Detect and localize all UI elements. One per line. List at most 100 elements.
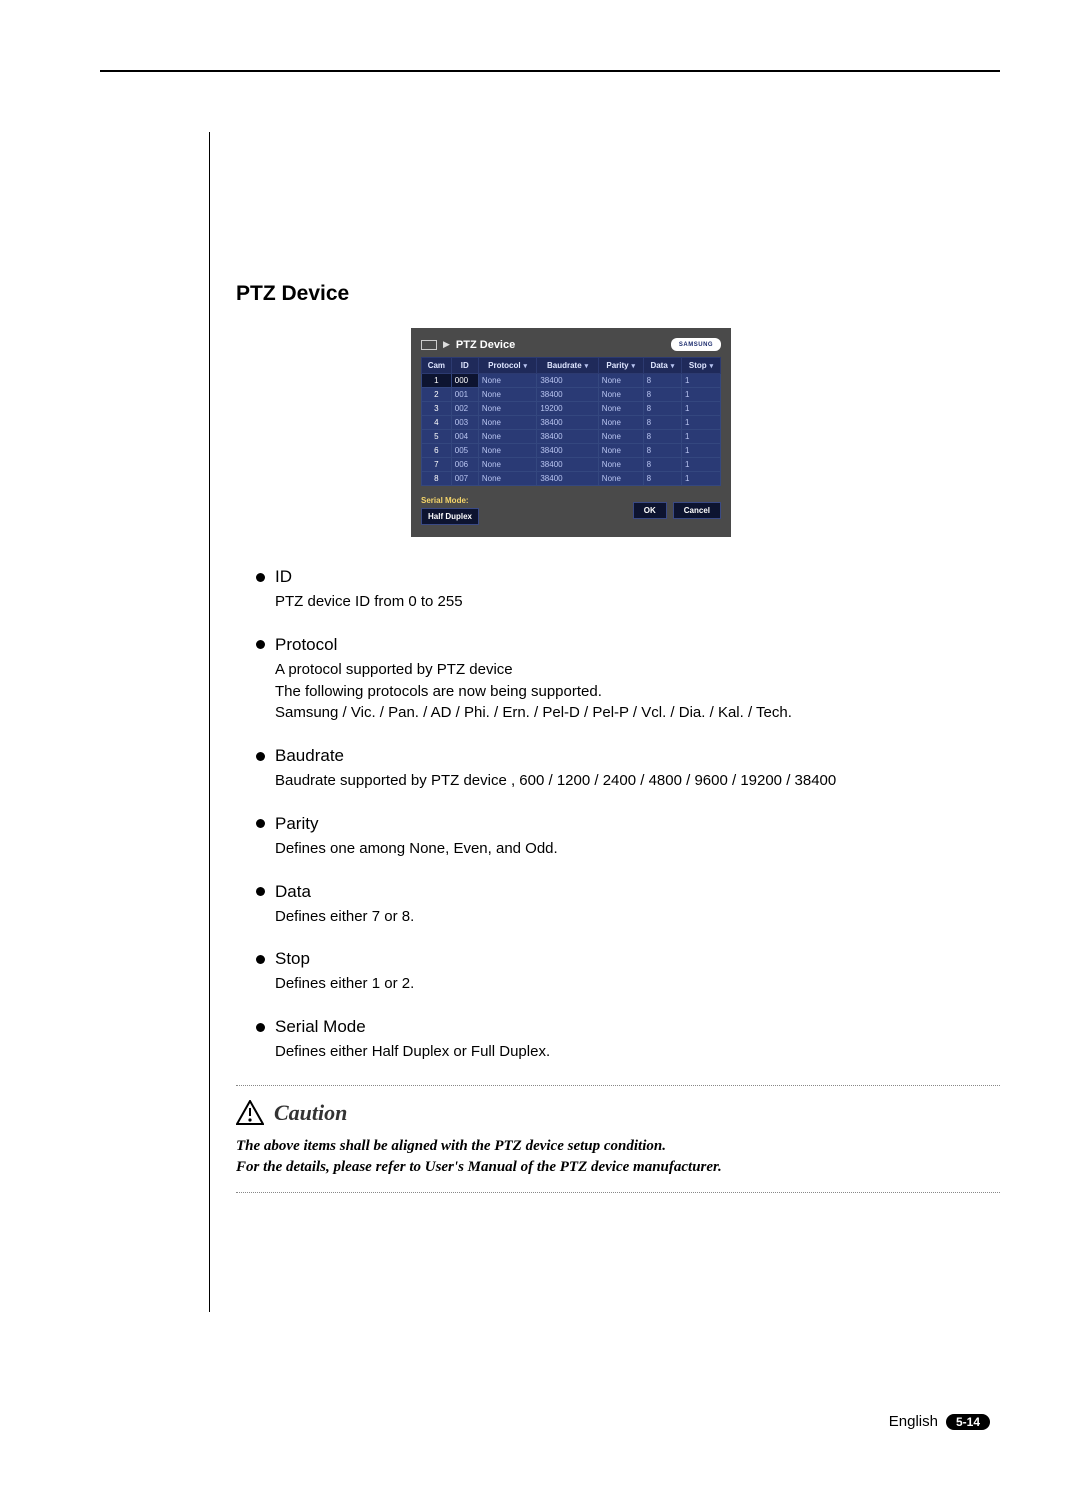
ok-button[interactable]: OK <box>633 502 667 519</box>
col-protocol[interactable]: Protocol ▾ <box>478 358 536 374</box>
item-label: Protocol <box>275 635 337 655</box>
cell-id[interactable]: 006 <box>451 458 478 472</box>
chevron-down-icon: ▾ <box>630 363 635 370</box>
cell-id[interactable]: 007 <box>451 472 478 486</box>
cell-protocol[interactable]: None <box>478 472 536 486</box>
cell-protocol[interactable]: None <box>478 388 536 402</box>
cell-data[interactable]: 8 <box>643 416 681 430</box>
page-footer: English 5-14 <box>889 1413 990 1430</box>
cell-baudrate[interactable]: 38400 <box>537 430 598 444</box>
cell-cam[interactable]: 1 <box>422 374 452 388</box>
cell-cam[interactable]: 3 <box>422 402 452 416</box>
brand-logo: SAMSUNG <box>671 338 721 351</box>
item-heading-row: Data <box>256 882 1000 902</box>
table-row[interactable]: 6005None38400None81 <box>422 444 721 458</box>
page: PTZ Device ▶ PTZ Device SAMSUNG Cam <box>0 0 1080 1490</box>
ptz-device-panel: ▶ PTZ Device SAMSUNG Cam ID Protocol ▾ B… <box>411 328 731 537</box>
definition-item: Data Defines either 7 or 8. <box>256 882 1000 928</box>
cell-data[interactable]: 8 <box>643 458 681 472</box>
cell-stop[interactable]: 1 <box>682 388 721 402</box>
cell-data[interactable]: 8 <box>643 402 681 416</box>
item-label: Data <box>275 882 311 902</box>
table-row[interactable]: 3002None19200None81 <box>422 402 721 416</box>
bullet-icon <box>256 573 265 582</box>
cell-cam[interactable]: 6 <box>422 444 452 458</box>
table-row[interactable]: 7006None38400None81 <box>422 458 721 472</box>
cell-id[interactable]: 005 <box>451 444 478 458</box>
ptz-table: Cam ID Protocol ▾ Baudrate ▾ Parity ▾ Da… <box>421 357 721 486</box>
cell-stop[interactable]: 1 <box>682 416 721 430</box>
col-parity[interactable]: Parity ▾ <box>598 358 643 374</box>
table-row[interactable]: 4003None38400None81 <box>422 416 721 430</box>
cell-parity[interactable]: None <box>598 416 643 430</box>
cell-cam[interactable]: 5 <box>422 430 452 444</box>
cell-id[interactable]: 004 <box>451 430 478 444</box>
cell-baudrate[interactable]: 19200 <box>537 402 598 416</box>
cell-protocol[interactable]: None <box>478 402 536 416</box>
cell-parity[interactable]: None <box>598 402 643 416</box>
cell-parity[interactable]: None <box>598 374 643 388</box>
item-description: Defines one among None, Even, and Odd. <box>275 838 1000 860</box>
col-data[interactable]: Data ▾ <box>643 358 681 374</box>
cancel-button[interactable]: Cancel <box>673 502 721 519</box>
col-baudrate[interactable]: Baudrate ▾ <box>537 358 598 374</box>
dotted-divider <box>236 1085 1000 1086</box>
definition-item: Serial ModeDefines either Half Duplex or… <box>256 1017 1000 1063</box>
cell-cam[interactable]: 7 <box>422 458 452 472</box>
table-row[interactable]: 5004None38400None81 <box>422 430 721 444</box>
cell-stop[interactable]: 1 <box>682 472 721 486</box>
cell-id[interactable]: 001 <box>451 388 478 402</box>
item-heading-row: Parity <box>256 814 1000 834</box>
cell-data[interactable]: 8 <box>643 444 681 458</box>
section-title: PTZ Device <box>236 282 1000 306</box>
cell-stop[interactable]: 1 <box>682 402 721 416</box>
caution-body: The above items shall be aligned with th… <box>236 1136 1000 1178</box>
warning-icon <box>236 1100 264 1126</box>
panel-title: PTZ Device <box>456 339 515 351</box>
cell-parity[interactable]: None <box>598 444 643 458</box>
cell-stop[interactable]: 1 <box>682 374 721 388</box>
cell-baudrate[interactable]: 38400 <box>537 388 598 402</box>
cell-stop[interactable]: 1 <box>682 430 721 444</box>
cell-data[interactable]: 8 <box>643 374 681 388</box>
table-row[interactable]: 2001None38400None81 <box>422 388 721 402</box>
panel-header: ▶ PTZ Device SAMSUNG <box>421 338 721 351</box>
cell-baudrate[interactable]: 38400 <box>537 458 598 472</box>
cell-parity[interactable]: None <box>598 388 643 402</box>
item-label: Baudrate <box>275 746 344 766</box>
cell-data[interactable]: 8 <box>643 388 681 402</box>
cell-cam[interactable]: 4 <box>422 416 452 430</box>
cell-stop[interactable]: 1 <box>682 444 721 458</box>
cell-data[interactable]: 8 <box>643 472 681 486</box>
cell-baudrate[interactable]: 38400 <box>537 416 598 430</box>
table-row[interactable]: 8007None38400None81 <box>422 472 721 486</box>
cell-protocol[interactable]: None <box>478 416 536 430</box>
cell-parity[interactable]: None <box>598 472 643 486</box>
cell-baudrate[interactable]: 38400 <box>537 374 598 388</box>
cell-protocol[interactable]: None <box>478 430 536 444</box>
col-stop[interactable]: Stop ▾ <box>682 358 721 374</box>
item-description: Defines either 1 or 2. <box>275 973 1000 995</box>
cell-id[interactable]: 000 <box>451 374 478 388</box>
cell-cam[interactable]: 8 <box>422 472 452 486</box>
cell-protocol[interactable]: None <box>478 444 536 458</box>
cell-data[interactable]: 8 <box>643 430 681 444</box>
table-row[interactable]: 1000None38400None81 <box>422 374 721 388</box>
cell-id[interactable]: 002 <box>451 402 478 416</box>
item-description: Defines either 7 or 8. <box>275 906 1000 928</box>
cell-baudrate[interactable]: 38400 <box>537 472 598 486</box>
cell-id[interactable]: 003 <box>451 416 478 430</box>
cell-parity[interactable]: None <box>598 430 643 444</box>
cell-cam[interactable]: 2 <box>422 388 452 402</box>
bullet-icon <box>256 640 265 649</box>
cell-baudrate[interactable]: 38400 <box>537 444 598 458</box>
col-id: ID <box>451 358 478 374</box>
caution-heading: Caution <box>274 1100 347 1126</box>
cell-protocol[interactable]: None <box>478 374 536 388</box>
cell-protocol[interactable]: None <box>478 458 536 472</box>
serial-mode-value[interactable]: Half Duplex <box>421 508 479 525</box>
table-header-row: Cam ID Protocol ▾ Baudrate ▾ Parity ▾ Da… <box>422 358 721 374</box>
item-heading-row: ID <box>256 567 1000 587</box>
cell-parity[interactable]: None <box>598 458 643 472</box>
cell-stop[interactable]: 1 <box>682 458 721 472</box>
